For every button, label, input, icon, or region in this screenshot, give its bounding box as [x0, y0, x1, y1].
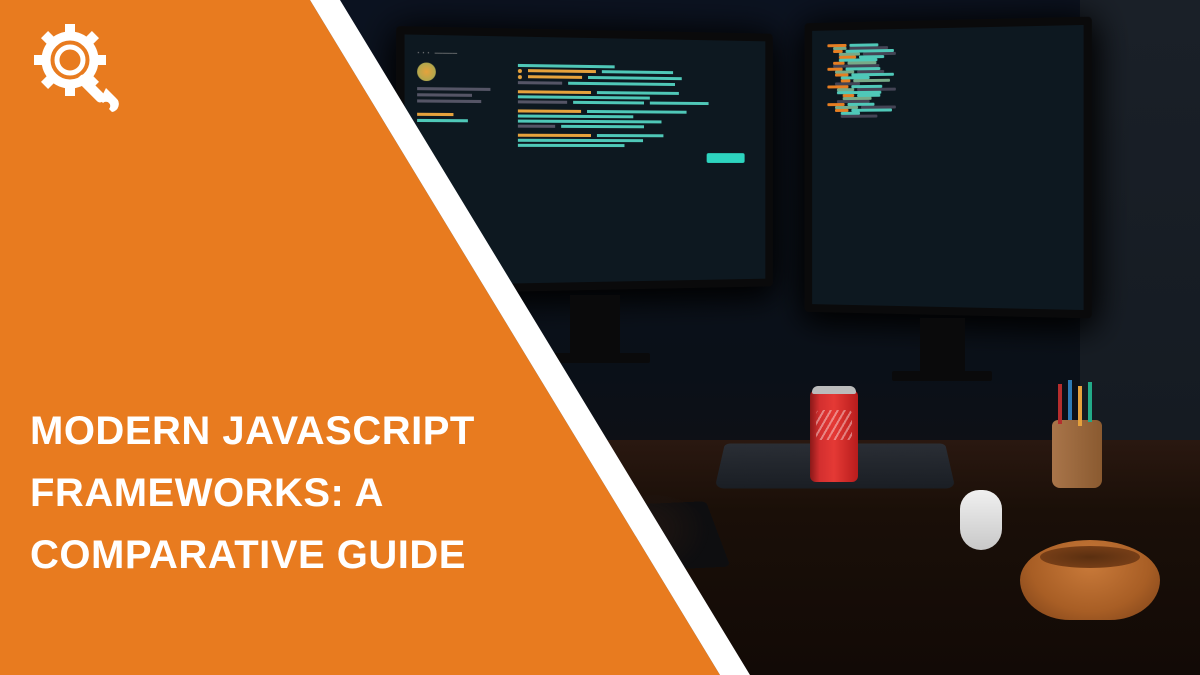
mouse [960, 490, 1002, 550]
pen-holder [1052, 420, 1102, 488]
soda-can [810, 390, 858, 482]
code-editor-right [812, 25, 1083, 132]
monitor-stand-left [570, 295, 620, 355]
monitor-right [805, 17, 1092, 319]
banner-title: MODERN JAVASCRIPT FRAMEWORKS: A COMPARAT… [30, 400, 620, 586]
monitor-stand-right [920, 318, 965, 373]
ceramic-bowl [1020, 540, 1160, 620]
hero-banner: • • • ━━━━━━━━━ [0, 0, 1200, 675]
code-editor-left: • • • ━━━━━━━━━ [405, 34, 766, 177]
gear-magnifier-wrench-icon [28, 18, 128, 118]
monitor-left: • • • ━━━━━━━━━ [396, 26, 773, 294]
